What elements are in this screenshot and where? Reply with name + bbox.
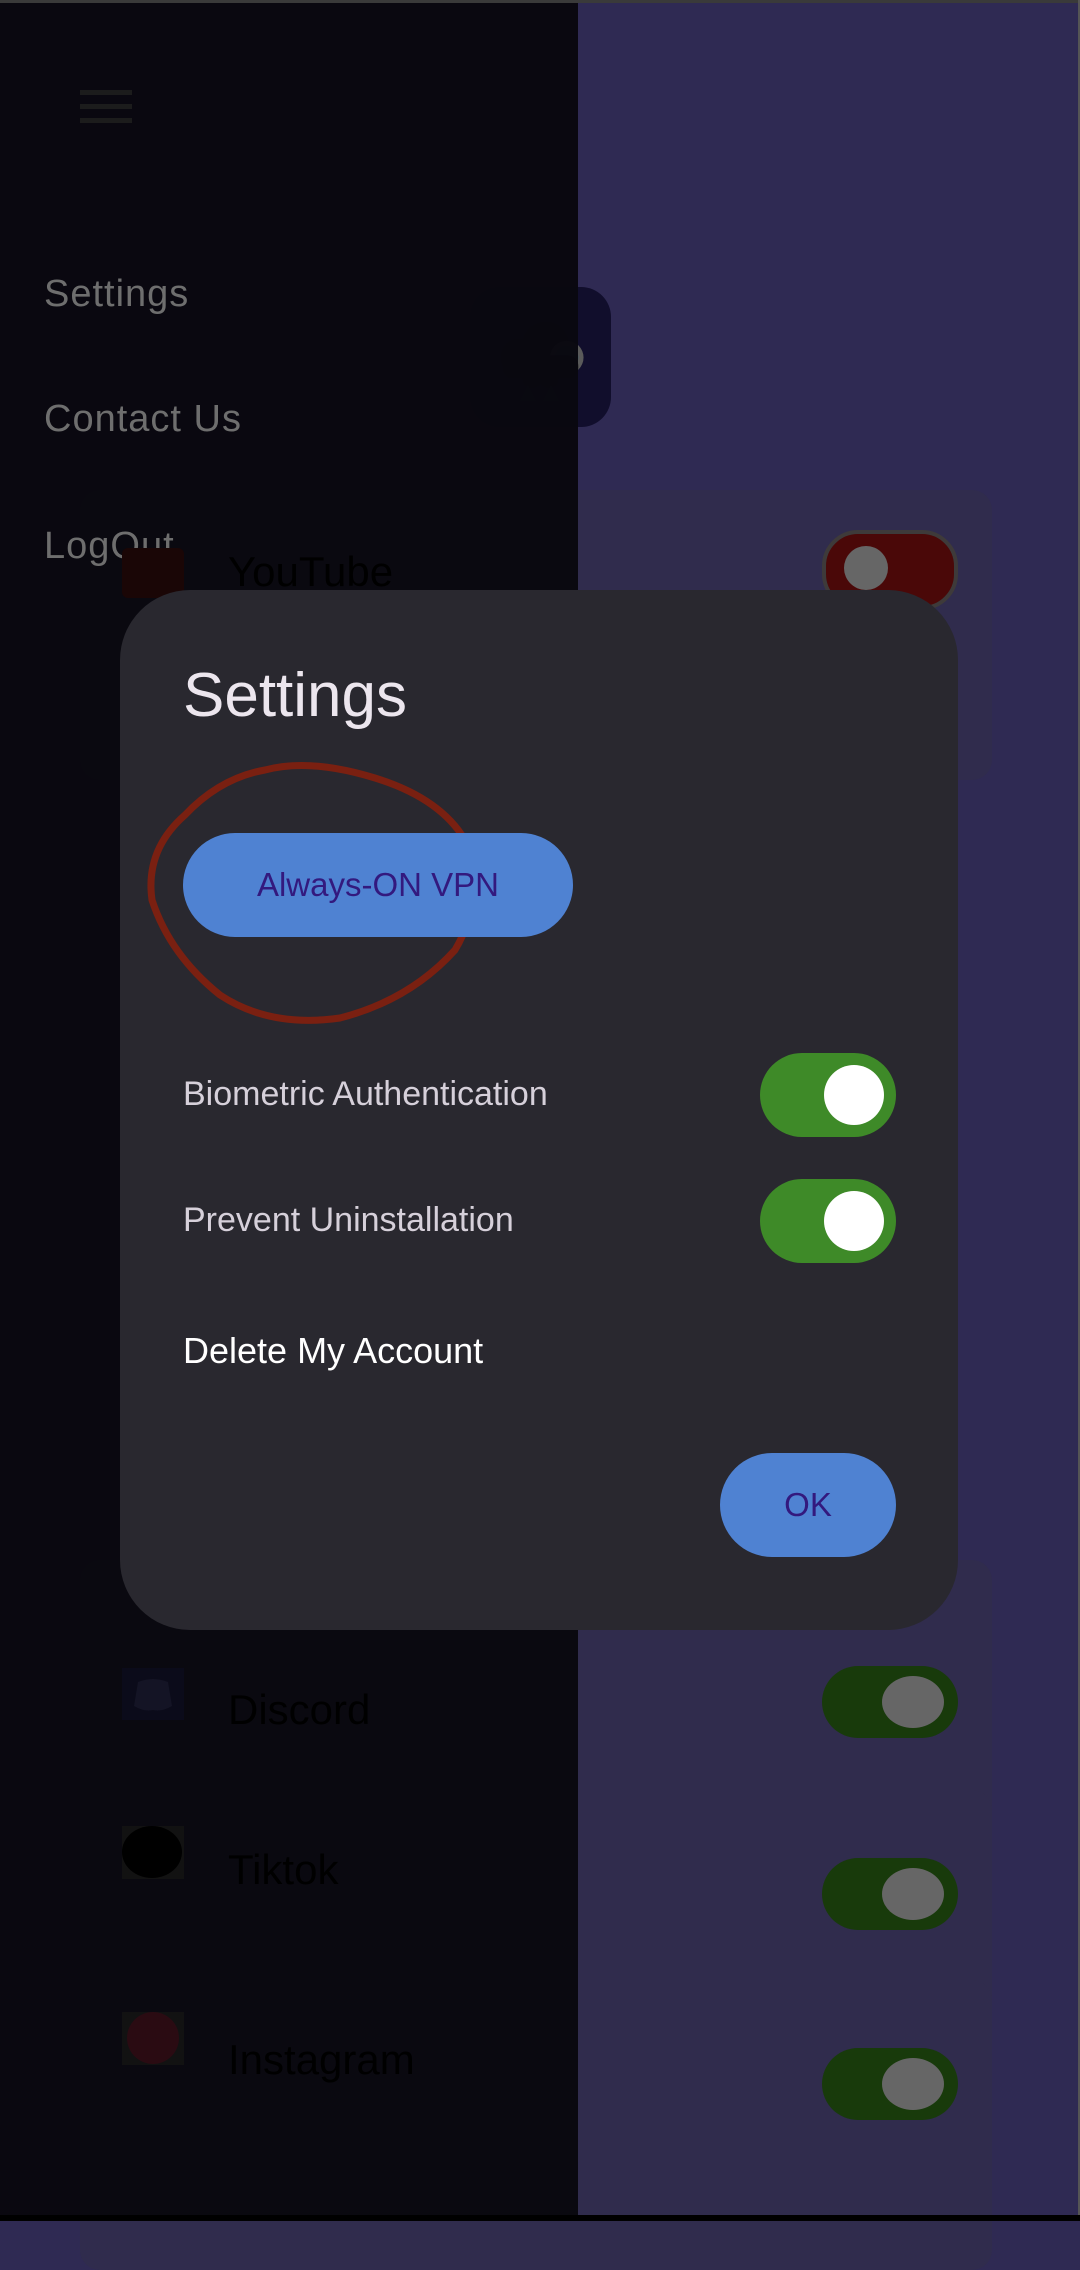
discord-icon: [122, 1668, 184, 1720]
prevent-uninstallation-toggle[interactable]: [760, 1179, 896, 1263]
ok-button[interactable]: OK: [720, 1453, 896, 1557]
drawer-item-contact-us[interactable]: Contact Us: [44, 398, 242, 441]
app-name-discord: Discord: [228, 1686, 371, 1733]
always-on-vpn-button[interactable]: Always-ON VPN: [183, 833, 573, 937]
biometric-authentication-toggle[interactable]: [760, 1053, 896, 1137]
navigation-bar-edge: [0, 2215, 1080, 2221]
prevent-uninstallation-label: Prevent Uninstallation: [183, 1201, 514, 1239]
app-name-youtube: YouTube: [228, 548, 394, 595]
biometric-authentication-label: Biometric Authentication: [183, 1075, 548, 1113]
app-name-tiktok: Tiktok: [228, 1846, 339, 1893]
dialog-title: Settings: [183, 661, 408, 730]
instagram-toggle[interactable]: [822, 2048, 958, 2120]
settings-dialog: Settings Always-ON VPN Biometric Authent…: [120, 590, 958, 1630]
discord-toggle[interactable]: [822, 1666, 958, 1738]
tiktok-icon: [122, 1826, 184, 1879]
hamburger-icon[interactable]: [80, 90, 132, 124]
app-name-instagram: Instagram: [228, 2036, 415, 2083]
instagram-icon: [122, 2012, 184, 2065]
delete-account-link[interactable]: Delete My Account: [183, 1330, 483, 1372]
tiktok-toggle[interactable]: [822, 1858, 958, 1930]
drawer-item-settings[interactable]: Settings: [44, 273, 189, 316]
